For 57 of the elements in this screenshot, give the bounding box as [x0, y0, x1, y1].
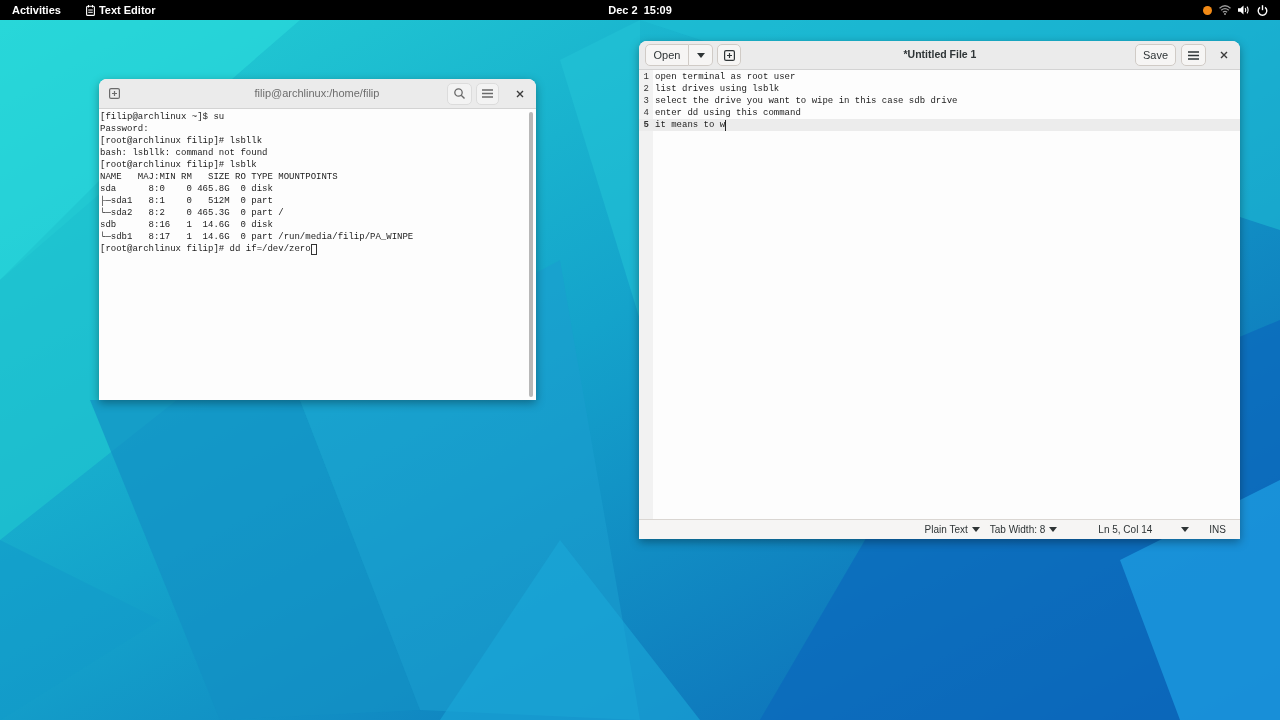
editor-line: enter dd using this command	[655, 107, 801, 119]
terminal-line: NAME MAJ:MIN RM SIZE RO TYPE MOUNTPOINTS	[100, 171, 338, 183]
new-document-button[interactable]	[717, 44, 741, 66]
terminal-line: sdb 8:16 1 14.6G 0 disk	[100, 219, 273, 231]
line-number: 4	[642, 107, 650, 119]
plus-box-icon	[109, 88, 120, 99]
line-number: 2	[642, 83, 650, 95]
terminal-line: [root@archlinux filip]# dd if=/dev/zero	[100, 243, 311, 255]
caret-icon	[971, 527, 980, 532]
terminal-line: ├─sda1 8:1 0 512M 0 part	[100, 195, 273, 207]
caret-icon	[1181, 527, 1190, 532]
menu-icon	[482, 89, 493, 98]
close-icon	[1220, 51, 1228, 59]
menu-button[interactable]	[476, 82, 499, 105]
editor-line: it means to w	[655, 119, 726, 131]
menu-icon	[1188, 50, 1199, 60]
editor-line: select the drive you want to wipe in this case sdb drive	[655, 95, 958, 107]
wifi-icon[interactable]	[1219, 5, 1231, 15]
caret-icon	[1049, 527, 1058, 532]
insert-mode-indicator: INS	[1209, 523, 1226, 537]
line-number: 5	[642, 119, 650, 131]
line-number: 3	[642, 95, 650, 107]
editor-line: list drives using lsblk	[655, 83, 780, 95]
window-title: filip@archlinux:/home/filip	[254, 86, 380, 102]
app-menu-button[interactable]: Text Editor	[85, 3, 156, 17]
notification-dot-icon[interactable]	[1203, 5, 1212, 15]
terminal-line: [filip@archlinux ~]$ su	[100, 111, 225, 123]
terminal-line: bash: lsbllk: command not found	[100, 147, 268, 159]
terminal-line: sda 8:0 0 465.8G 0 disk	[100, 183, 273, 195]
line-number: 1	[642, 71, 650, 83]
text-cursor	[725, 119, 727, 131]
close-icon	[516, 89, 524, 98]
clock-button[interactable]: Dec 2 15:09	[608, 3, 672, 17]
terminal-line: └─sdb1 8:17 1 14.6G 0 part /run/media/filip/PA_WINPE	[100, 231, 414, 243]
scrollbar[interactable]	[529, 112, 533, 397]
save-button[interactable]: Save	[1135, 44, 1176, 66]
menu-button[interactable]	[1181, 44, 1206, 66]
window-title: *Untitled File 1	[903, 47, 977, 63]
plus-box-icon	[723, 49, 735, 61]
cursor-position-dropdown[interactable]: Ln 5, Col 14	[1098, 522, 1190, 537]
speaker-icon[interactable]	[1238, 5, 1250, 15]
terminal-line: [root@archlinux filip]# lsbllk	[100, 135, 263, 147]
power-icon[interactable]	[1257, 4, 1268, 16]
editor-text-area[interactable]: 1 open terminal as root user 2 list drives using lsblk 3 select the drive you want to wipe in this case sdb drive 4 enter dd using this command 5 it means to w	[639, 70, 1240, 519]
terminal-line: [root@archlinux filip]# lsblk	[100, 159, 257, 171]
tab-width-dropdown[interactable]: Tab Width: 8	[989, 522, 1058, 537]
terminal-line: Password:	[100, 123, 149, 135]
caret-icon	[696, 52, 705, 58]
terminal-line: └─sda2 8:2 0 465.3G 0 part /	[100, 207, 284, 219]
activities-button[interactable]: Activities	[12, 3, 61, 17]
search-button[interactable]	[447, 82, 472, 105]
search-icon	[454, 88, 465, 99]
open-menu-button[interactable]	[689, 44, 713, 66]
editor-line: open terminal as root user	[655, 71, 796, 83]
language-dropdown[interactable]: Plain Text	[924, 522, 980, 537]
open-button[interactable]: Open	[645, 44, 689, 66]
notepad-icon	[85, 4, 95, 16]
